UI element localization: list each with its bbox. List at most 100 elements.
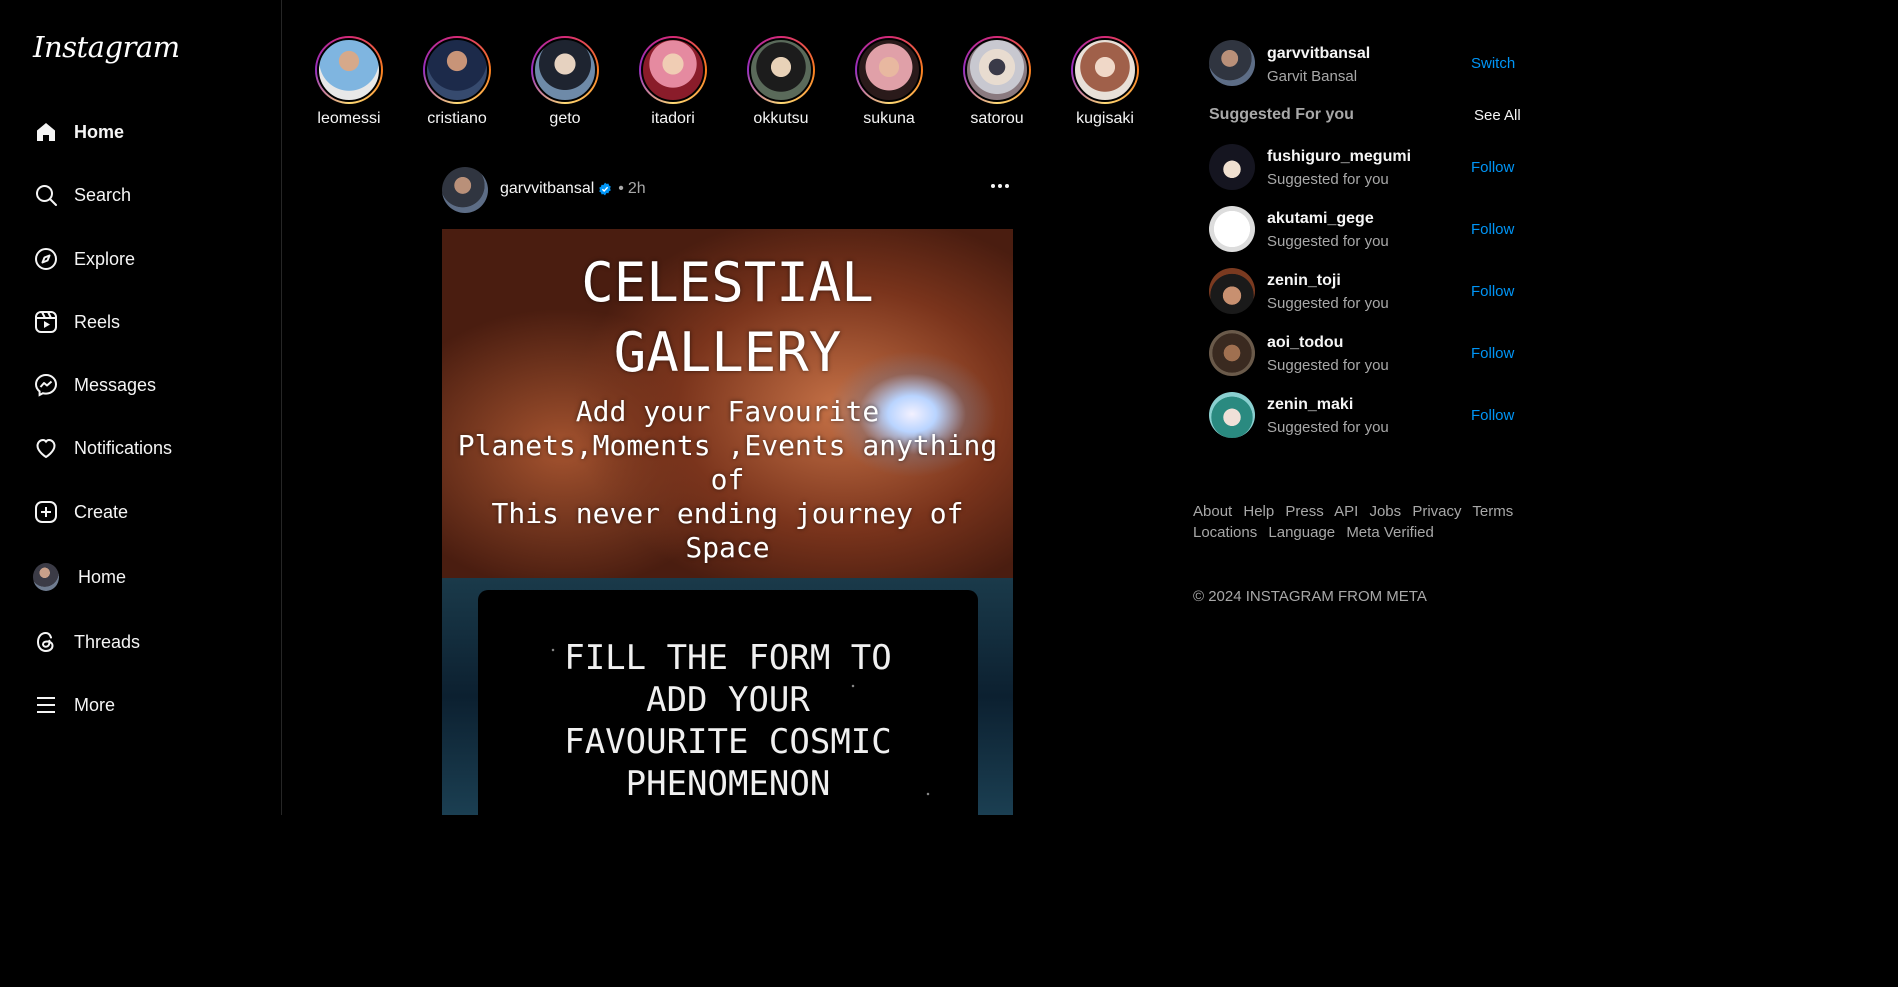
compass-icon — [33, 246, 59, 272]
footer-links: About Help Press API Jobs Privacy Terms … — [1193, 501, 1563, 543]
footer-link[interactable]: About — [1193, 503, 1232, 520]
footer-link[interactable]: Locations — [1193, 524, 1257, 541]
sidebar-item-reels[interactable]: Reels — [33, 302, 120, 342]
story-username: kugisaki — [1076, 110, 1134, 127]
verified-badge-icon — [598, 182, 612, 196]
story-item[interactable]: geto — [520, 36, 610, 128]
follow-button[interactable]: Follow — [1471, 407, 1514, 424]
banner-text-line: Add your Favourite — [575, 395, 880, 428]
sidebar-item-label: Reels — [74, 311, 121, 332]
footer-link[interactable]: Privacy — [1412, 503, 1461, 520]
story-avatar — [749, 38, 813, 102]
story-item[interactable]: satorou — [952, 36, 1042, 128]
heart-icon — [33, 435, 59, 461]
profile-avatar — [33, 563, 59, 591]
sidebar-item-search[interactable]: Search — [33, 175, 131, 215]
suggestion-subtext: Suggested for you — [1267, 357, 1389, 374]
story-item[interactable]: sukuna — [844, 36, 934, 128]
sidebar-item-more[interactable]: More — [33, 685, 115, 725]
story-item[interactable]: okkutsu — [736, 36, 826, 128]
story-avatar — [425, 38, 489, 102]
post-image[interactable]: CELESTIAL GALLERY Add your Favourite Pla… — [442, 229, 1013, 815]
story-avatar — [965, 38, 1029, 102]
form-prompt-box: FILL THE FORM TO ADD YOUR FAVOURITE COSM… — [478, 590, 978, 815]
post-username[interactable]: garvvitbansal — [500, 180, 594, 198]
suggestion-subtext: Suggested for you — [1267, 419, 1389, 436]
suggestion-username[interactable]: zenin_maki — [1267, 396, 1353, 414]
messenger-icon — [33, 372, 59, 398]
story-item[interactable]: cristiano — [412, 36, 502, 128]
plus-square-icon — [33, 499, 59, 525]
footer-link[interactable]: Terms — [1472, 503, 1513, 520]
post-separator: • — [618, 180, 624, 197]
suggestion-avatar[interactable] — [1209, 206, 1255, 252]
story-username: itadori — [651, 110, 695, 127]
banner-text-line: Space — [685, 531, 770, 564]
follow-button[interactable]: Follow — [1471, 221, 1514, 238]
suggestion-subtext: Suggested for you — [1267, 233, 1389, 250]
footer-link[interactable]: Help — [1243, 503, 1274, 520]
footer-link[interactable]: Language — [1268, 524, 1335, 541]
sidebar-item-home[interactable]: Home — [33, 112, 124, 152]
sidebar: Instagram Home Search Explore Reels Mess… — [0, 0, 282, 815]
suggestions-heading: Suggested For you — [1209, 106, 1354, 123]
story-username: leomessi — [317, 110, 381, 127]
sidebar-item-messages[interactable]: Messages — [33, 365, 156, 405]
account-username[interactable]: garvvitbansal — [1267, 45, 1370, 63]
footer-link[interactable]: Meta Verified — [1346, 524, 1434, 541]
follow-button[interactable]: Follow — [1471, 159, 1514, 176]
sidebar-item-explore[interactable]: Explore — [33, 239, 135, 279]
story-username: cristiano — [427, 110, 487, 127]
suggestion-username[interactable]: aoi_todou — [1267, 334, 1343, 352]
story-avatar — [317, 38, 381, 102]
reels-icon — [33, 309, 59, 335]
sidebar-item-label: Search — [74, 184, 132, 205]
sidebar-item-label: Home — [78, 566, 127, 587]
footer-link[interactable]: API — [1334, 503, 1358, 520]
suggestion-username[interactable]: zenin_toji — [1267, 272, 1341, 290]
story-avatar — [1073, 38, 1137, 102]
sidebar-item-create[interactable]: Create — [33, 492, 128, 532]
sidebar-item-label: Messages — [74, 374, 157, 395]
story-username: satorou — [970, 110, 1024, 127]
story-avatar — [857, 38, 921, 102]
see-all-link[interactable]: See All — [1474, 107, 1521, 124]
sidebar-item-threads[interactable]: Threads — [33, 622, 140, 662]
sidebar-item-label: Home — [74, 121, 125, 142]
suggestion-avatar[interactable] — [1209, 392, 1255, 438]
follow-button[interactable]: Follow — [1471, 345, 1514, 362]
switch-account-link[interactable]: Switch — [1471, 55, 1515, 72]
post-header: garvvitbansal • 2h — [500, 180, 646, 198]
sidebar-item-profile[interactable]: Home — [33, 557, 126, 597]
sidebar-item-label: Threads — [74, 631, 141, 652]
suggestion-username[interactable]: fushiguro_megumi — [1267, 148, 1411, 166]
sidebar-item-label: Notifications — [74, 437, 173, 458]
suggestion-subtext: Suggested for you — [1267, 171, 1389, 188]
follow-button[interactable]: Follow — [1471, 283, 1514, 300]
account-avatar[interactable] — [1209, 40, 1255, 86]
form-prompt-line: ADD YOUR — [646, 680, 810, 720]
suggestion-avatar[interactable] — [1209, 144, 1255, 190]
story-avatar — [533, 38, 597, 102]
story-username: okkutsu — [753, 110, 809, 127]
copyright: © 2024 INSTAGRAM FROM META — [1193, 588, 1427, 605]
story-item[interactable]: itadori — [628, 36, 718, 128]
sidebar-item-notifications[interactable]: Notifications — [33, 428, 172, 468]
story-item[interactable]: kugisaki — [1060, 36, 1150, 128]
story-item[interactable]: leomessi — [304, 36, 394, 128]
form-prompt-line: FILL THE FORM TO — [564, 638, 892, 678]
suggestion-avatar[interactable] — [1209, 330, 1255, 376]
banner-text-line: Planets,Moments ,Events anything — [457, 429, 998, 462]
space-background: FILL THE FORM TO ADD YOUR FAVOURITE COSM… — [442, 578, 1013, 815]
post-author-avatar[interactable] — [442, 167, 488, 213]
instagram-logo[interactable]: Instagram — [33, 30, 180, 64]
sidebar-item-label: Create — [74, 501, 129, 522]
post-options-button[interactable] — [990, 174, 1010, 204]
footer-link[interactable]: Press — [1285, 503, 1323, 520]
suggestion-avatar[interactable] — [1209, 268, 1255, 314]
post-timestamp: 2h — [627, 180, 646, 197]
story-username: sukuna — [863, 110, 915, 127]
story-username: geto — [549, 110, 581, 127]
footer-link[interactable]: Jobs — [1369, 503, 1401, 520]
suggestion-username[interactable]: akutami_gege — [1267, 210, 1374, 228]
